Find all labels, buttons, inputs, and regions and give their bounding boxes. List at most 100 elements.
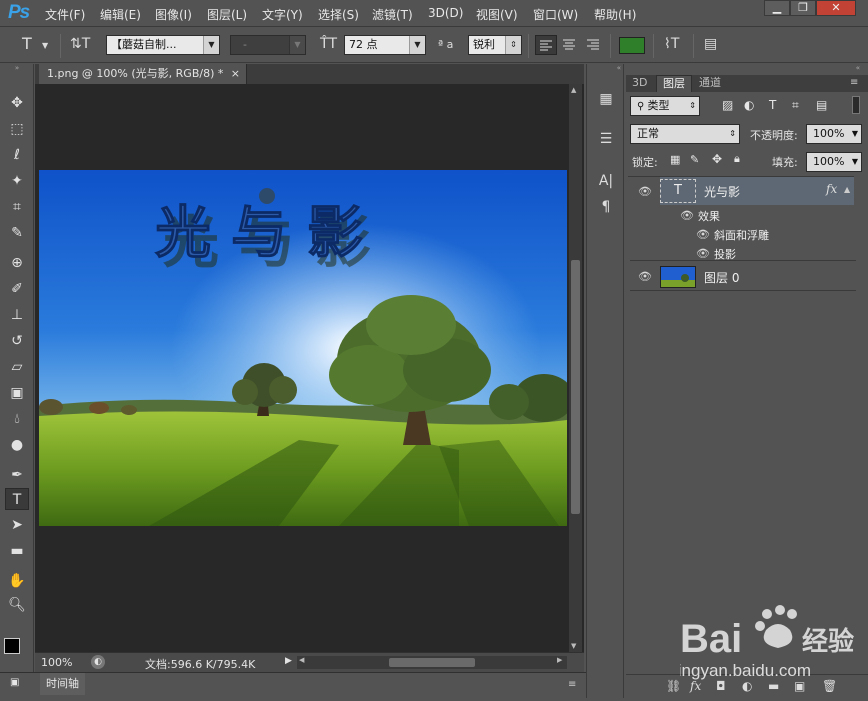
blur-tool-icon[interactable]: 💧︎ xyxy=(5,408,29,430)
brush-tool-icon[interactable]: ✐ xyxy=(5,278,29,300)
collapse-arrows-icon[interactable]: « xyxy=(587,64,625,72)
menu-window[interactable]: 窗口(W) xyxy=(533,6,578,23)
font-family-select[interactable]: 【蘑菇自制... ▼ xyxy=(106,35,220,55)
filter-type-icon[interactable]: T xyxy=(769,98,776,112)
vertical-scrollbar[interactable]: ▲ ▼ xyxy=(569,84,582,652)
minimize-button[interactable]: ▁ xyxy=(764,0,790,16)
history-brush-tool-icon[interactable]: ↺ xyxy=(5,330,29,352)
layer-filter-kind-select[interactable]: ⚲ 类型 ⇕ xyxy=(630,96,700,116)
eraser-tool-icon[interactable]: ▱ xyxy=(5,356,29,378)
effects-visibility-eye-icon[interactable]: 👁︎ xyxy=(680,209,694,222)
font-style-select[interactable]: - ▼ xyxy=(230,35,306,55)
pen-tool-icon[interactable]: ✒ xyxy=(5,464,29,486)
tab-layers[interactable]: 图层 xyxy=(656,75,692,92)
maximize-button[interactable]: ❐ xyxy=(790,0,816,16)
zoom-level[interactable]: 100% xyxy=(41,656,72,669)
close-window-button[interactable]: ✕ xyxy=(816,0,856,16)
status-menu-arrow-icon[interactable]: ▶ xyxy=(285,656,292,666)
clone-stamp-tool-icon[interactable]: ⊥ xyxy=(5,304,29,326)
layer-row-text[interactable]: 👁︎ T 光与影 fx ▲ 👁︎ 效果 👁︎ 斜面和浮雕 👁︎ 投影 xyxy=(630,177,856,261)
tool-preset-arrow-icon[interactable]: ▼ xyxy=(42,41,48,50)
layer-effects-fx-icon[interactable]: fx xyxy=(826,182,837,196)
timeline-tab[interactable]: 时间轴 xyxy=(40,673,85,695)
dodge-tool-icon[interactable]: ● xyxy=(5,434,29,456)
horizontal-scrollbar[interactable]: ◀ ▶ xyxy=(297,656,567,669)
panel-menu-icon[interactable]: ≡ xyxy=(568,679,576,690)
effects-label[interactable]: 效果 xyxy=(698,208,720,224)
align-left-button[interactable] xyxy=(535,35,557,55)
image-canvas[interactable]: 光与影 光与影 xyxy=(39,170,567,526)
status-info-icon[interactable]: ◐ xyxy=(91,655,105,669)
foreground-color-swatch[interactable] xyxy=(4,638,20,654)
layer-visibility-eye-icon[interactable]: 👁︎ xyxy=(638,185,652,198)
font-size-select[interactable]: 72 点 ▼ xyxy=(344,35,426,55)
layer-name[interactable]: 光与影 xyxy=(704,183,740,200)
align-right-button[interactable] xyxy=(583,35,605,55)
antialias-select[interactable]: 锐利 ⇕ xyxy=(468,35,522,55)
character-panel-icon[interactable]: ▤ xyxy=(704,36,717,52)
menu-select[interactable]: 选择(S) xyxy=(318,6,359,23)
hand-tool-icon[interactable]: ✋ xyxy=(5,570,29,592)
filter-shape-icon[interactable]: ⌗ xyxy=(792,98,799,113)
scroll-down-arrow-icon[interactable]: ▼ xyxy=(571,642,576,650)
menu-file[interactable]: 文件(F) xyxy=(45,6,85,23)
toggle-text-orientation-icon[interactable]: ⇅T xyxy=(70,36,90,52)
lock-transparent-pixels-icon[interactable]: ▦ xyxy=(670,153,680,166)
paragraph-panel-icon[interactable]: ¶ xyxy=(595,196,617,218)
crop-tool-icon[interactable]: ⌗ xyxy=(5,196,29,218)
drop-shadow-eye-icon[interactable]: 👁︎ xyxy=(696,247,710,260)
timeline-panel-icon[interactable]: ▣ xyxy=(10,677,19,688)
layer-row-image[interactable]: 👁︎ 图层 0 xyxy=(630,263,856,291)
menu-help[interactable]: 帮助(H) xyxy=(594,6,636,23)
blend-mode-select[interactable]: 正常 ⇕ xyxy=(630,124,740,144)
rectangle-tool-icon[interactable]: ▬ xyxy=(5,540,29,562)
scroll-right-arrow-icon[interactable]: ▶ xyxy=(557,656,562,664)
vertical-scroll-thumb[interactable] xyxy=(571,260,580,514)
horizontal-scroll-thumb[interactable] xyxy=(389,658,475,667)
layer-name[interactable]: 图层 0 xyxy=(704,269,739,286)
collapse-arrows-icon[interactable]: « xyxy=(626,64,868,72)
filter-pixel-icon[interactable]: ▨ xyxy=(722,98,733,112)
opacity-field[interactable]: 100% ▼ xyxy=(806,124,862,144)
zoom-tool-icon[interactable]: 🔍︎ xyxy=(5,594,29,616)
move-tool-icon[interactable]: ✥ xyxy=(5,92,29,114)
character-panel-icon[interactable]: A| xyxy=(595,170,617,192)
menu-edit[interactable]: 编辑(E) xyxy=(100,6,141,23)
scroll-left-arrow-icon[interactable]: ◀ xyxy=(299,656,304,664)
link-layers-icon[interactable]: ⛓ xyxy=(666,679,681,693)
collapse-arrows-icon[interactable]: » xyxy=(0,64,34,72)
menu-image[interactable]: 图像(I) xyxy=(155,6,192,23)
menu-view[interactable]: 视图(V) xyxy=(476,6,518,23)
panel-menu-icon[interactable]: ≡ xyxy=(850,77,858,88)
magic-wand-tool-icon[interactable]: ✦ xyxy=(5,170,29,192)
tab-channels[interactable]: 通道 xyxy=(693,75,727,92)
lasso-tool-icon[interactable]: ℓ xyxy=(5,144,29,166)
filter-adjustment-icon[interactable]: ◐ xyxy=(744,98,754,112)
effects-expand-arrow-icon[interactable]: ▲ xyxy=(844,185,850,194)
layer-visibility-eye-icon[interactable]: 👁︎ xyxy=(638,270,652,283)
effect-drop-shadow[interactable]: 投影 xyxy=(714,246,736,262)
lock-position-icon[interactable]: ✥ xyxy=(712,152,722,166)
scroll-up-arrow-icon[interactable]: ▲ xyxy=(571,86,576,94)
marquee-tool-icon[interactable]: ⬚ xyxy=(5,118,29,140)
document-size-info[interactable]: 文档:596.6 K/795.4K xyxy=(145,656,255,672)
lock-image-pixels-icon[interactable]: ✎ xyxy=(690,153,699,166)
menu-filter[interactable]: 滤镜(T) xyxy=(372,6,413,23)
close-tab-icon[interactable]: × xyxy=(231,64,240,83)
menu-3d[interactable]: 3D(D) xyxy=(428,6,463,20)
eyedropper-tool-icon[interactable]: ✎ xyxy=(5,222,29,244)
type-tool-icon[interactable]: T xyxy=(22,34,32,53)
type-tool-icon[interactable]: T xyxy=(5,488,29,510)
effect-bevel-emboss[interactable]: 斜面和浮雕 xyxy=(714,227,769,243)
tab-3d[interactable]: 3D xyxy=(626,75,653,92)
healing-brush-tool-icon[interactable]: ⊕ xyxy=(5,252,29,274)
filter-toggle-switch[interactable] xyxy=(852,96,860,114)
document-tab[interactable]: 1.png @ 100% (光与影, RGB/8) * × xyxy=(39,64,247,84)
swatches-panel-icon[interactable]: ▦ xyxy=(595,88,617,110)
menu-layer[interactable]: 图层(L) xyxy=(207,6,247,23)
align-center-button[interactable] xyxy=(559,35,581,55)
path-selection-tool-icon[interactable]: ➤ xyxy=(5,514,29,536)
filter-smart-object-icon[interactable]: ▤ xyxy=(816,98,827,112)
bevel-emboss-eye-icon[interactable]: 👁︎ xyxy=(696,228,710,241)
lock-all-icon[interactable]: 🔒︎ xyxy=(734,152,740,166)
